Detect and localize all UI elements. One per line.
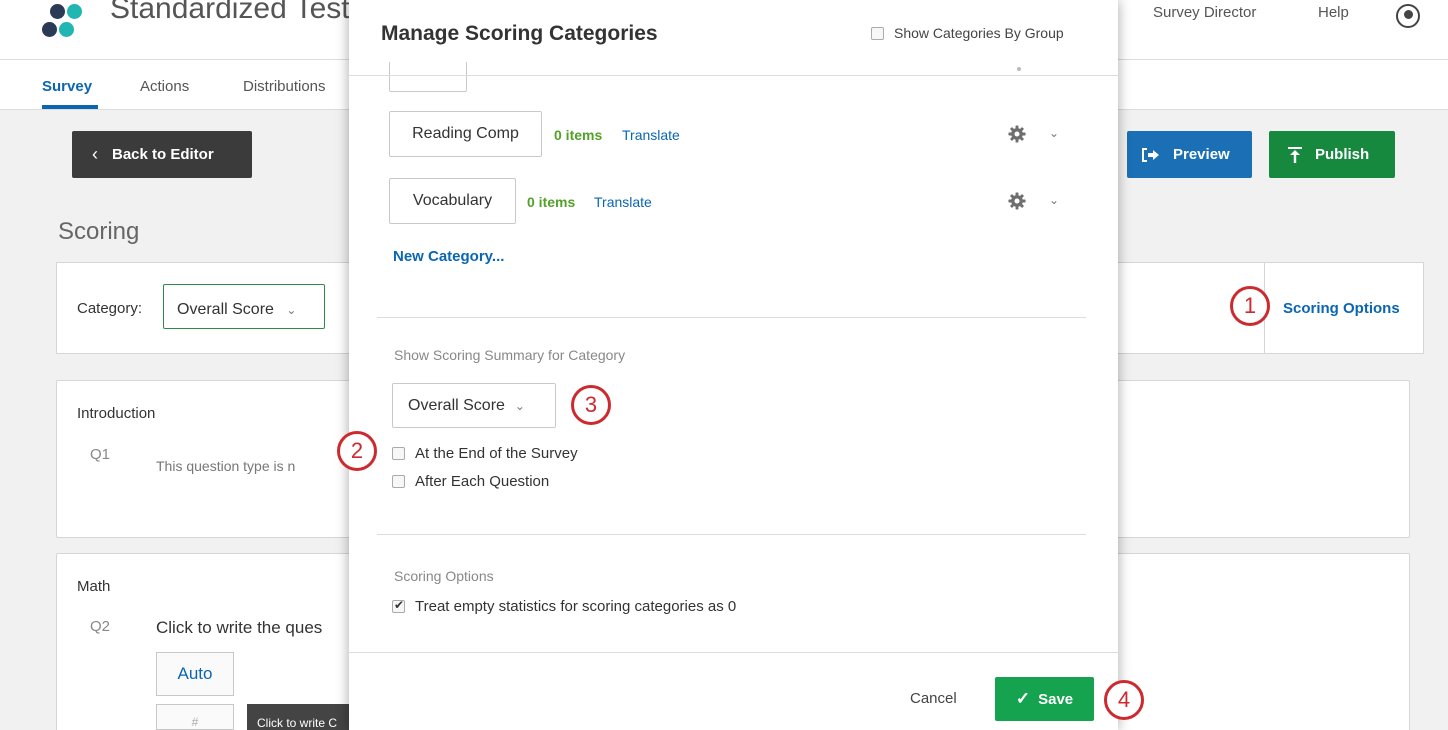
back-to-editor-label: Back to Editor bbox=[112, 146, 214, 163]
annotation-marker-3: 3 bbox=[571, 385, 611, 425]
chevron-left-icon: ‹ bbox=[92, 144, 98, 164]
end-of-survey-option[interactable]: At the End of the Survey bbox=[392, 445, 578, 462]
chevron-down-icon[interactable]: ⌄ bbox=[1049, 193, 1059, 207]
gear-icon[interactable] bbox=[1008, 125, 1026, 143]
block-title: Introduction bbox=[77, 405, 156, 422]
back-to-editor-button[interactable]: ‹ Back to Editor bbox=[72, 131, 252, 178]
checkbox-icon[interactable] bbox=[871, 26, 884, 40]
category-name-reading-comp[interactable]: Reading Comp bbox=[389, 111, 542, 157]
help-link[interactable]: Help bbox=[1318, 4, 1349, 21]
active-tab-indicator bbox=[42, 105, 98, 109]
option-label: After Each Question bbox=[415, 473, 550, 490]
preview-label: Preview bbox=[1173, 146, 1230, 163]
scoring-options-section-label: Scoring Options bbox=[394, 568, 494, 584]
category-label: Category: bbox=[77, 300, 143, 317]
header-divider bbox=[349, 75, 1118, 76]
survey-director-link[interactable]: Survey Director bbox=[1153, 4, 1256, 21]
section-divider bbox=[377, 317, 1086, 318]
tab-actions[interactable]: Actions bbox=[140, 78, 189, 95]
category-count: 0 items bbox=[527, 194, 576, 210]
category-name-vocabulary[interactable]: Vocabulary bbox=[389, 178, 516, 224]
checkmark-icon: ✓ bbox=[1015, 689, 1031, 708]
gear-icon[interactable] bbox=[1008, 192, 1026, 210]
checkbox-icon[interactable] bbox=[392, 598, 405, 613]
summary-category-select[interactable]: Overall Score ⌄ bbox=[392, 383, 556, 428]
checkbox-icon[interactable] bbox=[392, 447, 405, 460]
chevron-down-icon: ⌄ bbox=[514, 398, 525, 413]
category-select[interactable]: Overall Score ⌄ bbox=[163, 284, 325, 329]
chevron-down-icon: ⌄ bbox=[286, 303, 297, 317]
manage-scoring-categories-dialog: Manage Scoring Categories Show Categorie… bbox=[349, 0, 1118, 730]
auto-button[interactable]: Auto bbox=[156, 652, 234, 696]
translate-link[interactable]: Translate bbox=[622, 127, 680, 143]
question-tooltip: Click to write C bbox=[247, 704, 357, 730]
publish-label: Publish bbox=[1315, 146, 1370, 163]
after-each-question-option[interactable]: After Each Question bbox=[392, 473, 549, 490]
survey-title: Standardized Test F bbox=[110, 0, 377, 25]
section-divider bbox=[377, 534, 1086, 535]
option-label: Treat empty statistics for scoring categ… bbox=[415, 598, 737, 615]
tab-survey[interactable]: Survey bbox=[42, 78, 92, 95]
publish-button[interactable]: Publish bbox=[1269, 131, 1395, 178]
option-label: At the End of the Survey bbox=[415, 445, 578, 462]
question-number: Q1 bbox=[90, 446, 111, 463]
show-by-group-toggle[interactable]: Show Categories By Group bbox=[871, 25, 1064, 41]
show-by-group-label: Show Categories By Group bbox=[894, 25, 1064, 41]
category-count: 0 items bbox=[554, 127, 603, 143]
tab-distributions[interactable]: Distributions bbox=[243, 78, 326, 95]
logo-icon bbox=[42, 4, 82, 38]
category-select-value: Overall Score bbox=[177, 301, 274, 318]
dialog-title: Manage Scoring Categories bbox=[381, 22, 658, 45]
save-label: Save bbox=[1038, 690, 1074, 708]
translate-link[interactable]: Translate bbox=[594, 194, 652, 210]
category-name-box[interactable] bbox=[389, 62, 467, 92]
cancel-button[interactable]: Cancel bbox=[910, 690, 957, 707]
checkbox-icon[interactable] bbox=[392, 475, 405, 488]
preview-icon bbox=[1142, 147, 1159, 162]
question-text[interactable]: This question type is n bbox=[156, 458, 295, 474]
block-title: Math bbox=[77, 578, 111, 595]
number-input[interactable]: # bbox=[156, 704, 234, 730]
scroll-fade-dot bbox=[1017, 67, 1021, 71]
page-title: Scoring bbox=[58, 218, 140, 245]
chevron-down-icon[interactable]: ⌄ bbox=[1049, 126, 1059, 140]
preview-button[interactable]: Preview bbox=[1127, 131, 1252, 178]
treat-empty-option[interactable]: Treat empty statistics for scoring categ… bbox=[392, 598, 736, 615]
footer-divider bbox=[349, 652, 1118, 653]
scoring-options-link[interactable]: Scoring Options bbox=[1283, 300, 1400, 317]
summary-section-label: Show Scoring Summary for Category bbox=[394, 347, 626, 363]
new-category-link[interactable]: New Category... bbox=[393, 248, 504, 265]
annotation-marker-2: 2 bbox=[337, 431, 377, 471]
question-number: Q2 bbox=[90, 618, 111, 635]
question-text[interactable]: Click to write the ques bbox=[156, 618, 322, 638]
avatar-icon[interactable] bbox=[1396, 4, 1420, 28]
publish-icon bbox=[1288, 146, 1302, 163]
save-button[interactable]: ✓ Save bbox=[995, 677, 1094, 721]
annotation-marker-4: 4 bbox=[1104, 680, 1144, 720]
summary-select-value: Overall Score bbox=[408, 396, 505, 414]
annotation-marker-1: 1 bbox=[1230, 286, 1270, 326]
